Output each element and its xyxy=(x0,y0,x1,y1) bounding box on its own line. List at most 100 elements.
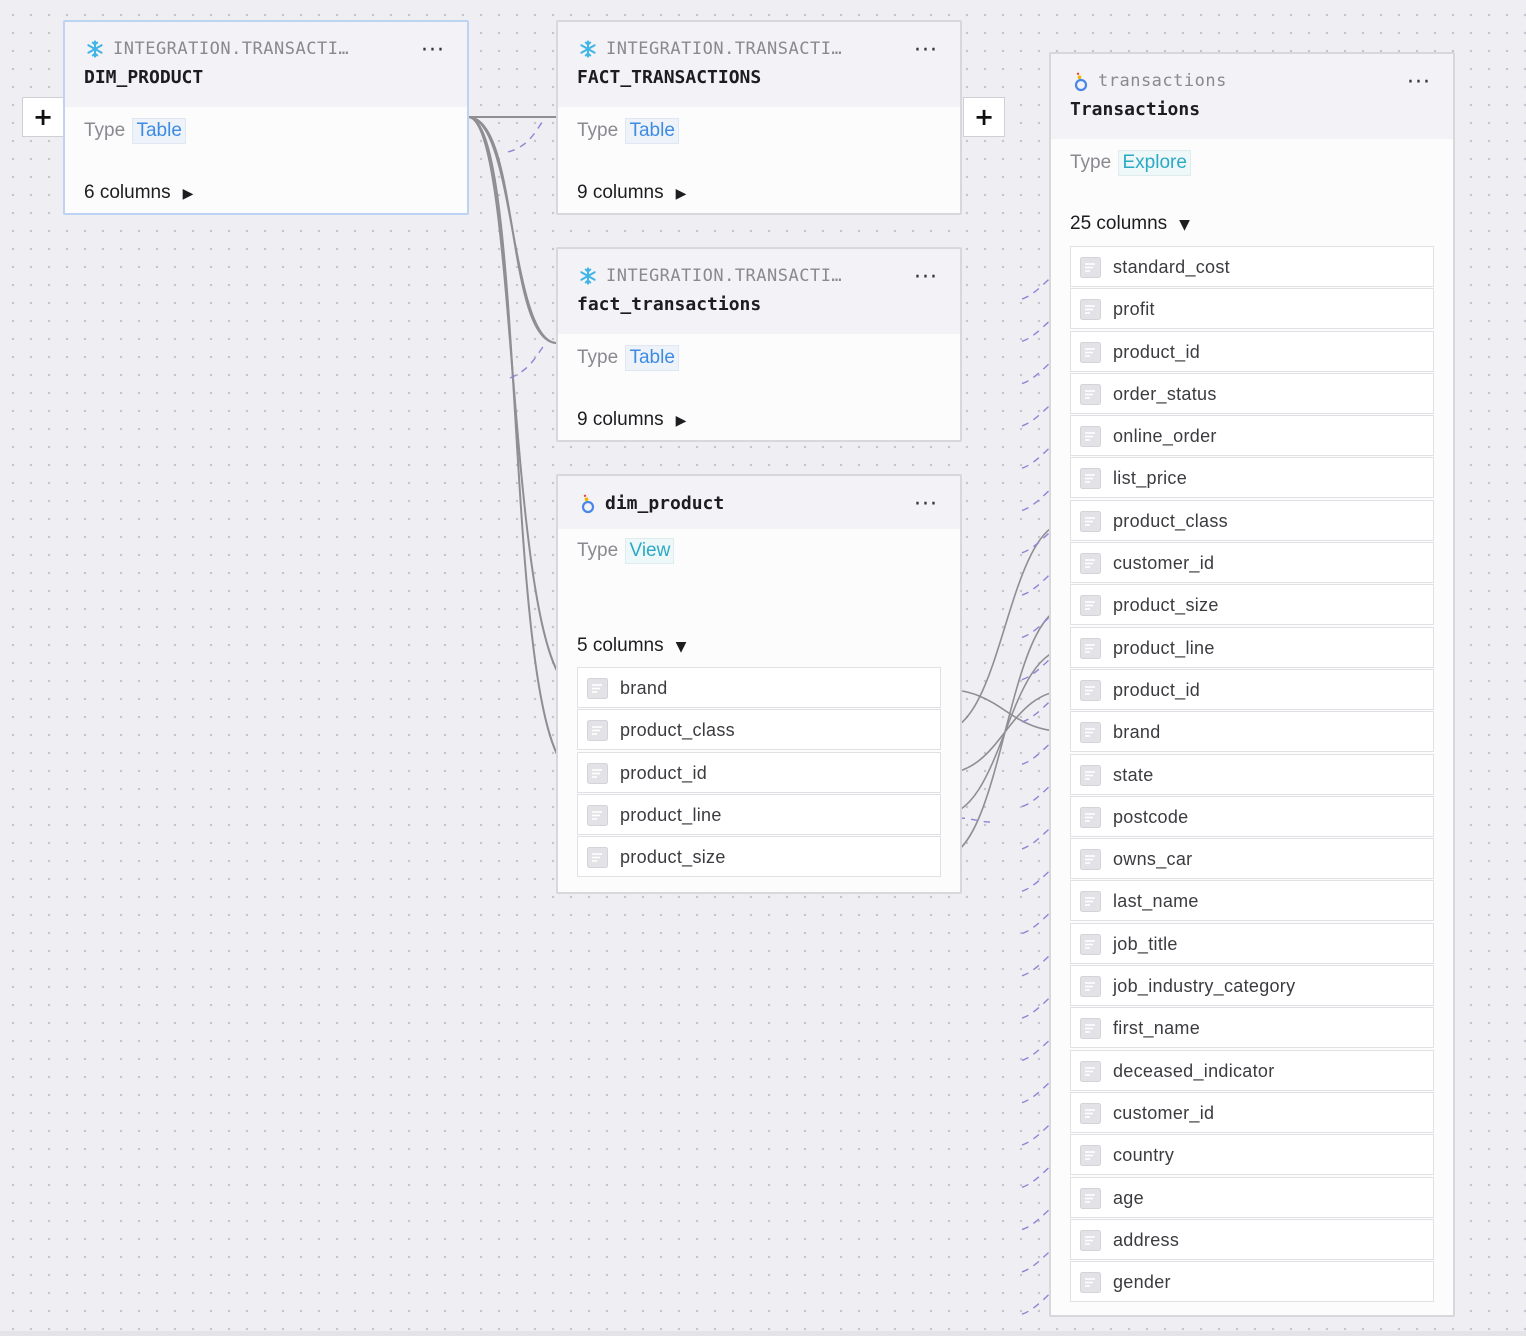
column-row[interactable]: product_id xyxy=(1070,668,1434,710)
type-label: Type xyxy=(84,120,126,141)
node-fact-transactions-lower[interactable]: INTEGRATION.TRANSACTI… ··· fact_transact… xyxy=(556,247,962,442)
column-field-icon xyxy=(1080,510,1101,532)
node-fact-transactions-upper[interactable]: INTEGRATION.TRANSACTI… ··· FACT_TRANSACT… xyxy=(556,20,962,215)
column-row[interactable]: age xyxy=(1070,1176,1434,1218)
node-transactions-explore[interactable]: transactions ··· Transactions Type Explo… xyxy=(1049,52,1455,1317)
type-label: Type xyxy=(1070,152,1112,173)
node-header: dim_product ··· xyxy=(558,476,960,529)
type-badge: Explore xyxy=(1118,150,1191,176)
column-field-icon xyxy=(1080,383,1101,405)
column-row[interactable]: postcode xyxy=(1070,795,1434,837)
column-name: brand xyxy=(620,678,668,698)
column-name: product_line xyxy=(1113,637,1215,658)
column-field-icon xyxy=(1080,468,1101,490)
column-list: standard_cost profit product_id order_statu… xyxy=(1070,246,1434,1303)
node-header: INTEGRATION.TRANSACTI… ··· fact_transact… xyxy=(558,249,960,334)
column-row[interactable]: gender xyxy=(1070,1261,1434,1303)
column-field-icon xyxy=(587,678,608,699)
node-dim-product-view[interactable]: dim_product ··· Type View 5 columns ▼ bra… xyxy=(556,474,962,894)
column-field-icon xyxy=(1080,806,1101,828)
column-name: standard_cost xyxy=(1113,257,1230,277)
looker-icon xyxy=(1074,72,1088,92)
more-options-button[interactable]: ··· xyxy=(421,40,445,62)
more-options-button[interactable]: ··· xyxy=(1407,72,1431,94)
column-row[interactable]: product_size xyxy=(577,836,941,878)
columns-count: 9 columns xyxy=(577,182,664,203)
more-options-button[interactable]: ··· xyxy=(914,40,938,62)
column-row[interactable]: job_industry_category xyxy=(1070,965,1434,1007)
columns-toggle[interactable]: 9 columns ▶ xyxy=(577,409,686,431)
column-name: state xyxy=(1113,764,1154,785)
column-row[interactable]: product_class xyxy=(577,709,941,751)
expand-arrow-icon: ▶ xyxy=(675,186,687,202)
column-row[interactable]: standard_cost xyxy=(1070,246,1434,287)
column-list: brand product_class product_id product_line… xyxy=(577,667,941,878)
column-field-icon xyxy=(1080,849,1101,871)
node-schema: INTEGRATION.TRANSACTI… xyxy=(113,39,350,59)
column-field-icon xyxy=(1080,976,1101,998)
column-row[interactable]: product_class xyxy=(1070,499,1434,541)
column-name: product_size xyxy=(1113,595,1219,616)
node-header: INTEGRATION.TRANSACTI… ··· DIM_PRODUCT xyxy=(65,22,467,107)
columns-toggle[interactable]: 25 columns ▼ xyxy=(1070,213,1190,235)
column-field-icon xyxy=(587,804,608,826)
column-row[interactable]: product_size xyxy=(1070,584,1434,626)
column-row[interactable]: product_line xyxy=(577,793,941,835)
columns-toggle[interactable]: 5 columns ▼ xyxy=(577,635,686,657)
column-name: last_name xyxy=(1113,891,1199,912)
column-name: product_id xyxy=(1113,679,1201,700)
column-name: product_line xyxy=(620,804,722,825)
node-type-row: Type Table xyxy=(577,118,679,144)
column-row[interactable]: first_name xyxy=(1070,1007,1434,1049)
column-row[interactable]: product_line xyxy=(1070,626,1434,668)
column-row[interactable]: customer_id xyxy=(1070,1091,1434,1133)
more-options-button[interactable]: ··· xyxy=(914,267,938,289)
columns-count: 9 columns xyxy=(577,409,664,430)
snowflake-icon xyxy=(87,40,103,58)
column-row[interactable]: country xyxy=(1070,1134,1434,1176)
node-header: INTEGRATION.TRANSACTI… ··· FACT_TRANSACT… xyxy=(558,22,960,107)
snowflake-icon xyxy=(580,40,596,58)
column-field-icon xyxy=(1080,553,1101,575)
column-row[interactable]: product_id xyxy=(1070,330,1434,372)
node-dim-product-table[interactable]: INTEGRATION.TRANSACTI… ··· DIM_PRODUCT T… xyxy=(63,20,469,215)
type-label: Type xyxy=(577,540,619,561)
collapse-arrow-icon: ▼ xyxy=(675,639,687,655)
dashed-edge-view xyxy=(957,817,991,823)
column-field-icon xyxy=(1080,1229,1101,1251)
more-options-button[interactable]: ··· xyxy=(914,494,938,516)
canvas-bottom-bar xyxy=(0,1331,1526,1336)
column-row[interactable]: product_id xyxy=(577,751,941,793)
node-type-row: Type View xyxy=(577,538,675,564)
column-row[interactable]: order_status xyxy=(1070,372,1434,414)
column-row[interactable]: last_name xyxy=(1070,880,1434,922)
column-row[interactable]: address xyxy=(1070,1218,1434,1260)
column-row[interactable]: state xyxy=(1070,753,1434,795)
column-row[interactable]: brand xyxy=(577,667,941,708)
column-field-icon xyxy=(1080,257,1101,278)
column-field-icon xyxy=(1080,1272,1101,1294)
column-row[interactable]: owns_car xyxy=(1070,838,1434,880)
column-row[interactable]: online_order xyxy=(1070,415,1434,457)
column-row[interactable]: profit xyxy=(1070,288,1434,330)
columns-toggle[interactable]: 6 columns ▶ xyxy=(84,182,193,204)
column-row[interactable]: job_title xyxy=(1070,922,1434,964)
column-name: customer_id xyxy=(1113,553,1215,574)
expand-downstream-button[interactable]: + xyxy=(963,97,1005,137)
column-row[interactable]: list_price xyxy=(1070,457,1434,499)
column-row[interactable]: deceased_indicator xyxy=(1070,1049,1434,1091)
node-type-row: Type Table xyxy=(84,118,186,144)
columns-count: 5 columns xyxy=(577,635,664,656)
node-name: dim_product xyxy=(605,493,725,514)
column-field-icon xyxy=(587,762,608,784)
columns-toggle[interactable]: 9 columns ▶ xyxy=(577,182,686,204)
expand-upstream-button[interactable]: + xyxy=(22,97,64,137)
type-badge: Table xyxy=(132,118,186,144)
column-name: job_title xyxy=(1113,933,1178,954)
expand-arrow-icon: ▶ xyxy=(182,186,194,202)
column-row[interactable]: brand xyxy=(1070,711,1434,753)
column-name: address xyxy=(1113,1229,1180,1250)
column-row[interactable]: customer_id xyxy=(1070,542,1434,584)
column-field-icon xyxy=(1080,299,1101,321)
column-field-icon xyxy=(1080,426,1101,448)
